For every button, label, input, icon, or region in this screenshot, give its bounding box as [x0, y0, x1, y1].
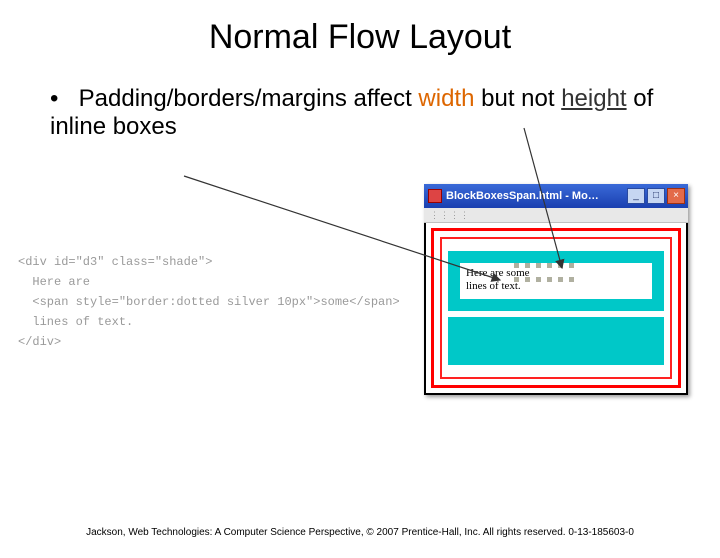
browser-window: BlockBoxesSpan.html - Mo… _ □ × ⋮⋮⋮⋮ Her…	[424, 184, 688, 395]
menu-grip-icon: ⋮⋮⋮⋮	[430, 210, 470, 221]
menubar: ⋮⋮⋮⋮	[424, 208, 688, 223]
slide-title: Normal Flow Layout	[0, 18, 720, 57]
dotted-border-top	[514, 263, 574, 268]
bullet-text-2: but not	[474, 85, 561, 112]
maximize-button[interactable]: □	[647, 188, 665, 204]
minimize-button[interactable]: _	[627, 188, 645, 204]
app-icon	[428, 189, 442, 203]
code-line-5: </div>	[18, 335, 61, 349]
window-title: BlockBoxesSpan.html - Mo…	[446, 190, 627, 202]
bullet-point: • Padding/borders/margins affect width b…	[50, 85, 680, 141]
bullet-marker: •	[50, 85, 72, 113]
code-line-3: <span style="border:dotted silver 10px">…	[18, 295, 400, 309]
keyword-height: height	[561, 85, 626, 112]
code-line-1: <div id="d3" class="shade">	[18, 255, 212, 269]
footer-citation: Jackson, Web Technologies: A Computer Sc…	[0, 527, 720, 538]
code-line-4: lines of text.	[18, 315, 133, 329]
code-line-2: Here are	[18, 275, 90, 289]
inner-red-box: Here are some lines of text.	[440, 237, 672, 379]
code-sample: <div id="d3" class="shade"> Here are <sp…	[18, 252, 400, 352]
teal-box-1: Here are some lines of text.	[448, 251, 664, 311]
teal-box-2	[448, 317, 664, 365]
close-button[interactable]: ×	[667, 188, 685, 204]
keyword-width: width	[418, 85, 474, 112]
rendered-text-box: Here are some lines of text.	[460, 263, 652, 299]
browser-content: Here are some lines of text.	[424, 223, 688, 395]
bullet-text-1: Padding/borders/margins affect	[79, 85, 419, 112]
dotted-border-bottom	[514, 277, 574, 282]
titlebar: BlockBoxesSpan.html - Mo… _ □ ×	[424, 184, 688, 208]
outer-red-box: Here are some lines of text.	[431, 228, 681, 388]
